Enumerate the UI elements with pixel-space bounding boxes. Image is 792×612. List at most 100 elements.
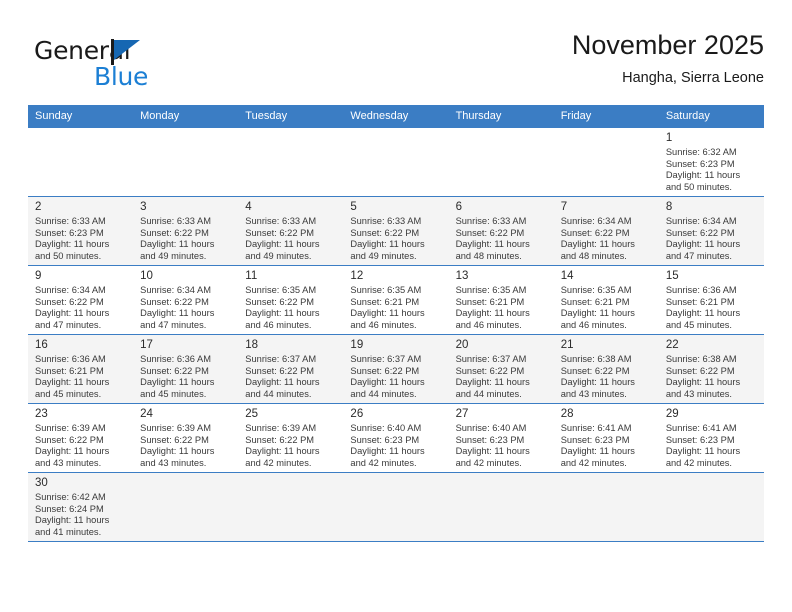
- calendar-day-cell[interactable]: 4 Sunrise: 6:33 AM Sunset: 6:22 PM Daylight…: [238, 196, 344, 266]
- calendar-day-cell[interactable]: 11 Sunrise: 6:35 AM Sunset: 6:22 PM Dayligh…: [238, 265, 344, 335]
- day-detail: Sunrise: 6:33 AM Sunset: 6:23 PM Daylight:…: [35, 216, 126, 262]
- day-detail: Sunrise: 6:36 AM Sunset: 6:22 PM Daylight:…: [140, 354, 231, 400]
- sunrise-text: Sunrise: 6:35 AM: [455, 285, 527, 295]
- day-detail: Sunrise: 6:33 AM Sunset: 6:22 PM Daylight:…: [456, 216, 547, 262]
- daylight-text-line2: and 43 minutes.: [140, 457, 207, 468]
- title-block: November 2025 Hangha, Sierra Leone: [572, 28, 764, 89]
- calendar-day-cell[interactable]: 5 Sunrise: 6:33 AM Sunset: 6:22 PM Daylight…: [343, 196, 449, 266]
- day-number: 11: [245, 270, 258, 282]
- daylight-text-line1: Daylight: 11 hours: [560, 308, 635, 319]
- calendar-day-cell[interactable]: 2 Sunrise: 6:33 AM Sunset: 6:23 PM Daylight…: [28, 196, 134, 266]
- day-number: 20: [455, 339, 469, 351]
- calendar-day-cell[interactable]: 26 Sunrise: 6:40 AM Sunset: 6:23 PM Dayligh…: [343, 403, 449, 473]
- calendar-day-cell[interactable]: 13 Sunrise: 6:35 AM Sunset: 6:21 PM Dayligh…: [448, 265, 554, 335]
- daylight-text-line2: and 42 minutes.: [245, 457, 312, 468]
- calendar-day-cell[interactable]: 17 Sunrise: 6:36 AM Sunset: 6:22 PM Dayligh…: [133, 334, 239, 404]
- day-number: 16: [35, 339, 48, 351]
- day-number: 5: [350, 201, 357, 213]
- calendar-day-cell[interactable]: 23 Sunrise: 6:39 AM Sunset: 6:22 PM Dayligh…: [28, 403, 134, 473]
- day-detail: Sunrise: 6:35 AM Sunset: 6:21 PM Daylight:…: [456, 285, 547, 331]
- calendar-day-cell[interactable]: 24 Sunrise: 6:39 AM Sunset: 6:22 PM Dayligh…: [133, 403, 239, 473]
- weekday-header-tuesday: Tuesday: [238, 105, 344, 128]
- calendar-day-cell[interactable]: 20 Sunrise: 6:37 AM Sunset: 6:22 PM Dayligh…: [448, 334, 554, 404]
- sunrise-text: Sunrise: 6:34 AM: [560, 216, 632, 226]
- sunset-text: Sunset: 6:22 PM: [35, 434, 104, 445]
- day-cell-inner: 30 Sunrise: 6:42 AM Sunset: 6:24 PM Dayligh…: [28, 473, 133, 541]
- calendar-empty-cell: [238, 127, 344, 197]
- calendar-day-cell[interactable]: 3 Sunrise: 6:33 AM Sunset: 6:22 PM Daylight…: [133, 196, 239, 266]
- calendar-day-cell[interactable]: 25 Sunrise: 6:39 AM Sunset: 6:22 PM Dayligh…: [238, 403, 344, 473]
- calendar-empty-cell: [448, 472, 554, 542]
- daylight-text-line2: and 48 minutes.: [455, 250, 522, 261]
- sunrise-text: Sunrise: 6:35 AM: [245, 285, 317, 295]
- day-number: 25: [245, 408, 259, 420]
- day-number: 2: [35, 201, 42, 213]
- day-cell-inner: [238, 128, 343, 196]
- day-detail: Sunrise: 6:33 AM Sunset: 6:22 PM Daylight:…: [350, 216, 441, 262]
- calendar-body: 1 Sunrise: 6:32 AM Sunset: 6:23 PM Daylight…: [28, 127, 764, 542]
- calendar-day-cell[interactable]: 19 Sunrise: 6:37 AM Sunset: 6:22 PM Dayligh…: [343, 334, 449, 404]
- daylight-text-line1: Daylight: 11 hours: [560, 446, 635, 457]
- sunset-text: Sunset: 6:23 PM: [455, 434, 525, 445]
- calendar-day-cell[interactable]: 27 Sunrise: 6:40 AM Sunset: 6:23 PM Dayligh…: [448, 403, 554, 473]
- sunset-text: Sunset: 6:22 PM: [35, 296, 104, 307]
- day-detail: Sunrise: 6:38 AM Sunset: 6:22 PM Daylight:…: [666, 354, 757, 400]
- sunrise-text: Sunrise: 6:38 AM: [665, 354, 737, 364]
- sunrise-text: Sunrise: 6:41 AM: [560, 423, 632, 433]
- daylight-text-line1: Daylight: 11 hours: [350, 377, 425, 388]
- calendar-week-row: 9 Sunrise: 6:34 AM Sunset: 6:22 PM Daylight…: [28, 265, 764, 335]
- day-number: 30: [35, 477, 48, 489]
- sunrise-text: Sunrise: 6:35 AM: [560, 285, 632, 295]
- day-detail: Sunrise: 6:42 AM Sunset: 6:24 PM Daylight:…: [35, 492, 126, 538]
- calendar-day-cell[interactable]: 9 Sunrise: 6:34 AM Sunset: 6:22 PM Daylight…: [28, 265, 134, 335]
- calendar-day-cell[interactable]: 6 Sunrise: 6:33 AM Sunset: 6:22 PM Daylight…: [448, 196, 554, 266]
- day-cell-inner: 23 Sunrise: 6:39 AM Sunset: 6:22 PM Dayligh…: [28, 404, 133, 472]
- day-detail: Sunrise: 6:37 AM Sunset: 6:22 PM Daylight:…: [350, 354, 441, 400]
- daylight-text-line1: Daylight: 11 hours: [35, 308, 110, 319]
- sunset-text: Sunset: 6:22 PM: [140, 434, 209, 445]
- daylight-text-line1: Daylight: 11 hours: [560, 377, 635, 388]
- day-detail: Sunrise: 6:40 AM Sunset: 6:23 PM Daylight:…: [350, 423, 441, 469]
- sunset-text: Sunset: 6:23 PM: [350, 434, 420, 445]
- brand-logo[interactable]: General Blue: [34, 36, 214, 96]
- sunset-text: Sunset: 6:21 PM: [665, 296, 735, 307]
- day-detail: Sunrise: 6:38 AM Sunset: 6:22 PM Daylight:…: [561, 354, 652, 400]
- calendar-day-cell[interactable]: 28 Sunrise: 6:41 AM Sunset: 6:23 PM Dayligh…: [553, 403, 659, 473]
- sunset-text: Sunset: 6:22 PM: [245, 365, 315, 376]
- calendar-day-cell[interactable]: 29 Sunrise: 6:41 AM Sunset: 6:23 PM Dayligh…: [658, 403, 764, 473]
- daylight-text-line1: Daylight: 11 hours: [35, 239, 110, 250]
- day-detail: Sunrise: 6:32 AM Sunset: 6:23 PM Daylight:…: [666, 147, 757, 193]
- day-detail: Sunrise: 6:41 AM Sunset: 6:23 PM Daylight:…: [561, 423, 652, 469]
- sunset-text: Sunset: 6:22 PM: [245, 227, 315, 238]
- sunset-text: Sunset: 6:21 PM: [350, 296, 420, 307]
- calendar-day-cell[interactable]: 8 Sunrise: 6:34 AM Sunset: 6:22 PM Daylight…: [658, 196, 764, 266]
- day-detail: Sunrise: 6:33 AM Sunset: 6:22 PM Daylight:…: [140, 216, 231, 262]
- calendar-day-cell[interactable]: 14 Sunrise: 6:35 AM Sunset: 6:21 PM Dayligh…: [553, 265, 659, 335]
- calendar-day-cell[interactable]: 12 Sunrise: 6:35 AM Sunset: 6:21 PM Dayligh…: [343, 265, 449, 335]
- day-number: 28: [560, 408, 574, 420]
- daylight-text-line1: Daylight: 11 hours: [245, 377, 320, 388]
- flag-triangle: [114, 40, 140, 60]
- day-cell-inner: 13 Sunrise: 6:35 AM Sunset: 6:21 PM Dayligh…: [449, 266, 554, 334]
- calendar-day-cell[interactable]: 21 Sunrise: 6:38 AM Sunset: 6:22 PM Dayligh…: [553, 334, 659, 404]
- calendar-day-cell[interactable]: 7 Sunrise: 6:34 AM Sunset: 6:22 PM Daylight…: [553, 196, 659, 266]
- day-cell-inner: 14 Sunrise: 6:35 AM Sunset: 6:21 PM Dayligh…: [554, 266, 659, 334]
- sunrise-text: Sunrise: 6:41 AM: [665, 423, 737, 433]
- day-cell-inner: [554, 473, 659, 541]
- daylight-text-line2: and 46 minutes.: [560, 319, 627, 330]
- sunset-text: Sunset: 6:22 PM: [245, 296, 315, 307]
- weekday-header-thursday: Thursday: [448, 105, 554, 128]
- day-cell-inner: 19 Sunrise: 6:37 AM Sunset: 6:22 PM Dayligh…: [343, 335, 448, 403]
- calendar-day-cell[interactable]: 10 Sunrise: 6:34 AM Sunset: 6:22 PM Dayligh…: [133, 265, 239, 335]
- daylight-text-line2: and 49 minutes.: [245, 250, 312, 261]
- calendar-day-cell[interactable]: 15 Sunrise: 6:36 AM Sunset: 6:21 PM Dayligh…: [658, 265, 764, 335]
- calendar-day-cell[interactable]: 1 Sunrise: 6:32 AM Sunset: 6:23 PM Daylight…: [658, 127, 764, 197]
- calendar-day-cell[interactable]: 16 Sunrise: 6:36 AM Sunset: 6:21 PM Dayligh…: [28, 334, 134, 404]
- calendar-day-cell[interactable]: 22 Sunrise: 6:38 AM Sunset: 6:22 PM Dayligh…: [658, 334, 764, 404]
- day-cell-inner: 11 Sunrise: 6:35 AM Sunset: 6:22 PM Dayligh…: [238, 266, 343, 334]
- sunset-text: Sunset: 6:22 PM: [560, 365, 630, 376]
- calendar-day-cell[interactable]: 30 Sunrise: 6:42 AM Sunset: 6:24 PM Dayligh…: [28, 472, 134, 542]
- calendar-day-cell[interactable]: 18 Sunrise: 6:37 AM Sunset: 6:22 PM Dayligh…: [238, 334, 344, 404]
- daylight-text-line2: and 43 minutes.: [35, 457, 102, 468]
- day-cell-inner: 29 Sunrise: 6:41 AM Sunset: 6:23 PM Dayligh…: [659, 404, 764, 472]
